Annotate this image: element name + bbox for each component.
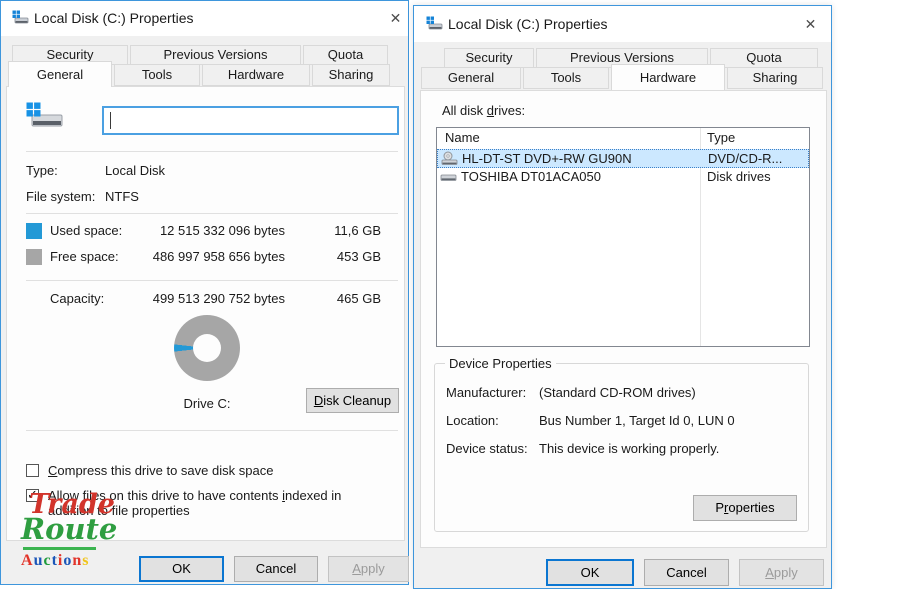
device-type: Disk drives bbox=[707, 169, 771, 184]
divider bbox=[26, 430, 398, 431]
divider bbox=[26, 151, 398, 152]
capacity-donut bbox=[174, 315, 240, 381]
hardware-tab-page: All disk drives: Name Type HL-DT-ST DVD+… bbox=[420, 90, 827, 548]
tab-quota[interactable]: Quota bbox=[303, 45, 388, 65]
tab-previous-versions[interactable]: Previous Versions bbox=[130, 45, 301, 65]
device-name: TOSHIBA DT01ACA050 bbox=[461, 169, 601, 184]
cancel-button[interactable]: Cancel bbox=[234, 556, 318, 582]
used-space-swatch bbox=[26, 223, 42, 239]
volume-label-input[interactable] bbox=[102, 106, 399, 135]
hdd-icon bbox=[440, 169, 458, 185]
free-space-size: 453 GB bbox=[336, 249, 381, 264]
properties-button[interactable]: Properties bbox=[693, 495, 797, 521]
manufacturer-value: (Standard CD-ROM drives) bbox=[539, 385, 696, 400]
compress-label: Compress this drive to save disk space bbox=[48, 463, 274, 478]
tab-sharing[interactable]: Sharing bbox=[312, 64, 390, 86]
divider bbox=[26, 280, 398, 281]
free-space-label: Free space: bbox=[50, 249, 119, 264]
location-label: Location: bbox=[446, 413, 499, 428]
donut-hole bbox=[193, 334, 221, 362]
tab-hardware[interactable]: Hardware bbox=[611, 64, 725, 90]
ok-button[interactable]: OK bbox=[139, 556, 224, 582]
tab-hardware[interactable]: Hardware bbox=[202, 64, 310, 86]
list-row-hdd[interactable]: TOSHIBA DT01ACA050 Disk drives bbox=[437, 168, 809, 187]
dialog-title: Local Disk (C:) Properties bbox=[448, 16, 608, 32]
left-titlebar[interactable]: Local Disk (C:) Properties ✕ bbox=[1, 1, 408, 36]
tab-security[interactable]: Security bbox=[444, 48, 534, 68]
device-status-label: Device status: bbox=[446, 441, 528, 456]
device-properties-group: Device Properties Manufacturer: (Standar… bbox=[434, 356, 809, 532]
close-icon[interactable]: ✕ bbox=[385, 8, 406, 29]
drive-icon bbox=[426, 16, 443, 33]
watermark-underline bbox=[23, 547, 96, 550]
capacity-label: Capacity: bbox=[50, 291, 105, 306]
list-row-cdrom[interactable]: HL-DT-ST DVD+-RW GU90N DVD/CD-R... bbox=[437, 149, 809, 168]
filesystem-label: File system: bbox=[26, 189, 96, 204]
device-name: HL-DT-ST DVD+-RW GU90N bbox=[462, 151, 632, 166]
compress-checkbox[interactable] bbox=[26, 464, 39, 477]
type-label: Type: bbox=[26, 163, 58, 178]
capacity-size: 465 GB bbox=[336, 291, 381, 306]
device-status-value: This device is working properly. bbox=[539, 441, 720, 456]
tab-tools[interactable]: Tools bbox=[523, 67, 609, 89]
desktop: Local Disk (C:) Properties ✕ Security Pr… bbox=[0, 0, 900, 589]
list-header[interactable]: Name Type bbox=[437, 128, 809, 148]
group-title: Device Properties bbox=[445, 356, 556, 371]
used-space-size: 11,6 GB bbox=[334, 223, 381, 238]
free-space-swatch bbox=[26, 249, 42, 265]
tab-general[interactable]: General bbox=[421, 67, 521, 89]
drive-icon bbox=[12, 10, 29, 27]
cancel-button[interactable]: Cancel bbox=[644, 559, 729, 586]
disk-cleanup-button[interactable]: Disk Cleanup bbox=[306, 388, 399, 413]
manufacturer-label: Manufacturer: bbox=[446, 385, 527, 400]
tab-tools[interactable]: Tools bbox=[114, 64, 200, 86]
column-header-type[interactable]: Type bbox=[707, 130, 735, 145]
divider bbox=[26, 213, 398, 214]
apply-button[interactable]: Apply bbox=[328, 556, 409, 582]
location-value: Bus Number 1, Target Id 0, LUN 0 bbox=[539, 413, 735, 428]
ok-button[interactable]: OK bbox=[546, 559, 634, 586]
general-tab-page: Type: Local Disk File system: NTFS Used … bbox=[6, 86, 405, 541]
watermark-auctions: Auctions bbox=[21, 552, 90, 569]
dialog-title: Local Disk (C:) Properties bbox=[34, 10, 194, 26]
tab-quota[interactable]: Quota bbox=[710, 48, 818, 68]
tab-sharing[interactable]: Sharing bbox=[727, 67, 823, 89]
right-properties-dialog: Local Disk (C:) Properties ✕ Security Pr… bbox=[413, 5, 832, 589]
capacity-bytes: 499 513 290 752 bytes bbox=[152, 291, 285, 306]
close-icon[interactable]: ✕ bbox=[800, 14, 821, 35]
apply-button[interactable]: Apply bbox=[739, 559, 824, 586]
tab-general[interactable]: General bbox=[8, 61, 112, 87]
column-header-name[interactable]: Name bbox=[445, 130, 480, 145]
filesystem-value: NTFS bbox=[105, 189, 139, 204]
drive-c-label: Drive C: bbox=[183, 396, 231, 411]
text-caret bbox=[110, 112, 111, 129]
cd-drive-icon bbox=[441, 151, 459, 167]
type-value: Local Disk bbox=[105, 163, 165, 178]
all-disk-drives-label: All disk drives: bbox=[442, 103, 526, 118]
device-type: DVD/CD-R... bbox=[708, 151, 783, 166]
index-checkbox[interactable] bbox=[26, 487, 39, 503]
left-properties-dialog: Local Disk (C:) Properties ✕ Security Pr… bbox=[0, 0, 409, 585]
index-label: Allow files on this drive to have conten… bbox=[48, 488, 342, 518]
right-titlebar[interactable]: Local Disk (C:) Properties ✕ bbox=[414, 6, 831, 42]
used-space-bytes: 12 515 332 096 bytes bbox=[159, 223, 285, 238]
disk-drives-list[interactable]: Name Type HL-DT-ST DVD+-RW GU90N DVD/CD-… bbox=[436, 127, 810, 347]
drive-icon-large bbox=[26, 102, 64, 134]
used-space-label: Used space: bbox=[50, 223, 123, 238]
free-space-bytes: 486 997 958 656 bytes bbox=[152, 249, 285, 264]
